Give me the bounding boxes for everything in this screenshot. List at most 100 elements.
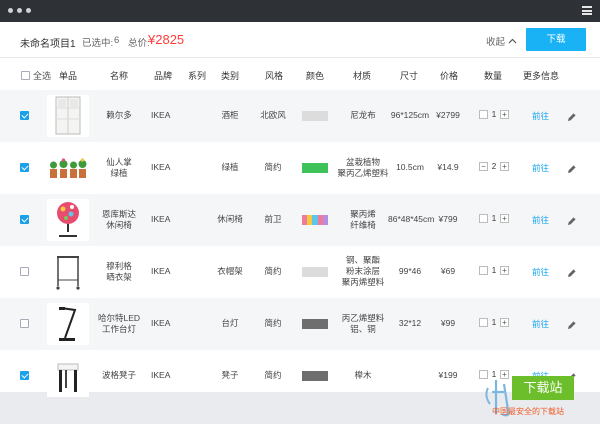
plus-icon[interactable]: + [500,266,509,275]
row-checkbox[interactable] [20,267,29,276]
plus-icon[interactable]: + [500,318,509,327]
product-category: 衣帽架 [217,266,243,276]
quantity-stepper[interactable]: −2 + [479,162,509,171]
total-price: ¥2825 [148,32,185,47]
select-all[interactable]: 全选 [21,69,51,82]
selected-count: 6 [114,35,120,46]
minus-icon[interactable] [479,318,488,327]
plus-icon[interactable]: + [500,162,509,171]
minus-icon[interactable] [479,266,488,275]
pencil-icon[interactable] [567,265,577,277]
quantity-stepper[interactable]: 1 + [479,266,509,275]
col-series: 系列 [188,71,207,81]
product-brand: IKEA [151,214,171,224]
row-checkbox[interactable] [20,215,29,224]
product-thumbnail[interactable] [47,95,89,137]
product-style: 简约 [264,370,282,380]
collapse-label: 收起 [486,37,506,48]
quantity-stepper[interactable]: 1 + [479,110,509,119]
goto-link[interactable]: 前往 [532,110,549,122]
selected-label: 已选中: [82,38,114,49]
product-brand: IKEA [151,266,171,276]
watermark-box: 下载站 [512,376,574,400]
table-header: 全选 单品 名称 品牌 系列 类别 风格 颜色 材质 尺寸 价格 数量 更多信息 [0,58,600,90]
table-row: 赖尔多 IKEA 酒柜 北欧风 尼龙布 96*125cm ¥2799 1 + 前往 [0,90,600,142]
project-header: 未命名项目1 已选中: 6 总价: ¥2825 收起 下载 [0,22,600,58]
quantity-value: 1 [491,214,497,223]
col-size: 尺寸 [400,71,419,81]
quantity-value: 1 [491,318,497,327]
color-swatch [302,371,328,381]
goto-link[interactable]: 前往 [532,318,549,330]
product-colors [302,111,328,121]
pencil-icon[interactable] [567,109,577,121]
goto-link[interactable]: 前往 [532,214,549,226]
product-price: ¥2799 [436,110,460,120]
quantity-stepper[interactable]: 1 + [479,318,509,327]
table-row: 哈尔特LED 工作台灯 IKEA 台灯 简约 丙乙烯塑料 铝、铜 32*12 ¥99 1 + 前往 [0,298,600,350]
row-checkbox[interactable] [20,111,29,120]
product-category: 绿植 [221,162,239,172]
product-brand: IKEA [151,110,171,120]
pencil-icon[interactable] [567,213,577,225]
color-swatch [302,163,328,173]
product-name[interactable]: 赖尔多 [96,110,142,121]
plus-icon[interactable]: + [500,110,509,119]
product-name[interactable]: 波格凳子 [96,370,142,381]
product-size: 99*46 [398,266,422,276]
plus-icon[interactable]: + [500,214,509,223]
project-title[interactable]: 未命名项目1 [20,35,76,50]
color-swatch [322,215,328,225]
project-panel: 未命名项目1 已选中: 6 总价: ¥2825 收起 下载 全选 单品 名称 品… [0,22,600,397]
product-size: 86*48*45cm [388,214,435,224]
product-name[interactable]: 仙人掌 绿植 [96,157,142,179]
product-name[interactable]: 哈尔特LED 工作台灯 [96,313,142,335]
product-style: 简约 [264,162,282,172]
product-price: ¥799 [438,214,458,224]
product-thumbnail[interactable] [47,355,89,397]
row-checkbox[interactable] [20,319,29,328]
product-material: 尼龙布 [350,110,376,120]
product-style: 前卫 [264,214,282,224]
minus-icon[interactable] [479,110,488,119]
color-swatch [302,111,328,121]
product-name[interactable]: 恩库斯达 休闲椅 [96,209,142,231]
product-colors [302,163,328,173]
minus-icon[interactable]: − [479,162,488,171]
product-material: 钢、聚酯 粉末涂层 聚丙烯塑料 [341,255,385,287]
product-category: 休闲椅 [217,214,243,224]
select-all-checkbox[interactable] [21,71,30,80]
goto-link[interactable]: 前往 [532,266,549,278]
pencil-icon[interactable] [567,317,577,329]
product-brand: IKEA [151,162,171,172]
title-bar [0,0,600,22]
product-colors [302,319,328,329]
row-checkbox[interactable] [20,163,29,172]
row-checkbox[interactable] [20,371,29,380]
product-material: 榉木 [354,370,372,380]
table-row: 穆利格 晒衣架 IKEA 衣帽架 简约 钢、聚酯 粉末涂层 聚丙烯塑料 99*46 ¥69 1 + 前往 [0,246,600,298]
product-size: 32*12 [398,318,422,328]
product-category: 酒柜 [221,110,239,120]
col-material: 材质 [353,71,372,81]
product-brand: IKEA [151,318,171,328]
product-thumbnail[interactable] [47,303,89,345]
product-name[interactable]: 穆利格 晒衣架 [96,261,142,283]
product-thumbnail[interactable] [47,251,89,293]
collapse-toggle[interactable]: 收起 [486,34,517,48]
product-thumbnail[interactable] [47,147,89,189]
col-color: 颜色 [306,71,325,81]
menu-icon[interactable] [582,6,592,15]
minus-icon[interactable] [479,214,488,223]
product-thumbnail[interactable] [47,199,89,241]
quantity-value: 1 [491,110,497,119]
quantity-stepper[interactable]: 1 + [479,214,509,223]
goto-link[interactable]: 前往 [532,162,549,174]
download-button[interactable]: 下载 [526,28,586,51]
product-colors [302,371,328,381]
product-style: 简约 [264,318,282,328]
pencil-icon[interactable] [567,161,577,173]
product-colors [302,267,328,277]
col-name: 名称 [110,71,129,81]
table-row: 恩库斯达 休闲椅 IKEA 休闲椅 前卫 聚丙烯 纤维椅 86*48*45cm ¥799 1 + 前往 [0,194,600,246]
